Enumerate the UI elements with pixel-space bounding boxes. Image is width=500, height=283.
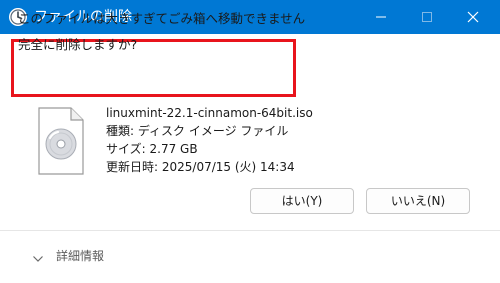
message-too-large: このファイルは大きすぎてごみ箱へ移動できません	[18, 11, 306, 26]
file-info: linuxmint-22.1-cinnamon-64bit.iso 種類: ディ…	[106, 104, 313, 176]
minimize-button[interactable]	[358, 0, 404, 34]
disc-image-icon	[36, 106, 86, 176]
delete-file-dialog: ファイルの削除 このファイルは大きすぎてごみ箱へ移動できません 完全に削除します…	[0, 0, 500, 283]
no-button[interactable]: いいえ(N)	[366, 188, 470, 214]
maximize-icon	[421, 8, 433, 27]
file-size: サイズ: 2.77 GB	[106, 142, 198, 156]
message-confirm-delete: 完全に削除しますか?	[18, 37, 138, 52]
file-type: 種類: ディスク イメージ ファイル	[106, 124, 289, 138]
yes-button[interactable]: はい(Y)	[250, 188, 354, 214]
minimize-icon	[375, 8, 387, 27]
close-button[interactable]	[450, 0, 496, 34]
close-icon	[467, 8, 479, 27]
maximize-button[interactable]	[404, 0, 450, 34]
chevron-down-icon[interactable]	[32, 250, 44, 262]
file-modified: 更新日時: 2025/07/15 (火) 14:34	[106, 160, 295, 174]
details-toggle[interactable]: 詳細情報	[56, 248, 104, 264]
file-name: linuxmint-22.1-cinnamon-64bit.iso	[106, 106, 313, 120]
